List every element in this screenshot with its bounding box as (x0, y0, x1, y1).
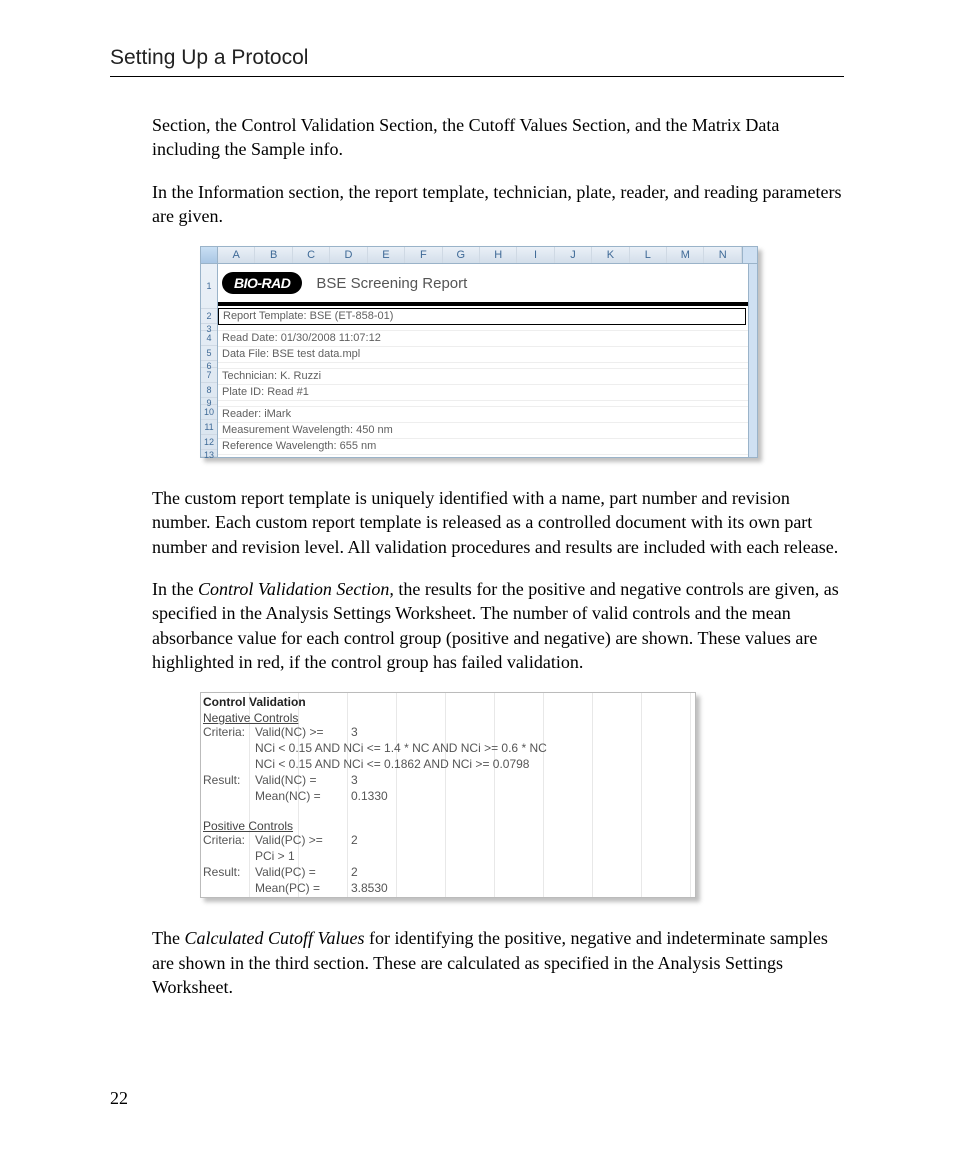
cell-plate-id: Plate ID: Read #1 (218, 385, 748, 401)
figure-spreadsheet: A B C D E F G H I J K L M N 1 2 3 (200, 246, 844, 458)
rownum-10: 10 (201, 405, 217, 420)
biorad-logo: BIO-RAD (222, 272, 302, 294)
rownum-4: 4 (201, 331, 217, 346)
report-title: BSE Screening Report (316, 275, 467, 292)
cv-pos-title: Positive Controls (201, 819, 695, 833)
col-I: I (517, 247, 554, 263)
cv-row: Criteria: Valid(PC) >= 2 (201, 833, 695, 849)
cv-val: 2 (351, 833, 695, 847)
col-B: B (255, 247, 292, 263)
paragraph-3: The custom report template is uniquely i… (152, 486, 844, 559)
cv-val: 3 (351, 773, 695, 787)
cell-technician: Technician: K. Ruzzi (218, 369, 748, 385)
figure-control-validation: Control Validation Negative Controls Cri… (200, 692, 844, 898)
cv-key: Valid(NC) >= (255, 725, 351, 739)
col-N: N (704, 247, 741, 263)
text-italic: Control Validation Section, (198, 579, 394, 599)
cell-reader: Reader: iMark (218, 407, 748, 423)
spreadsheet-column-headers: A B C D E F G H I J K L M N (201, 247, 757, 264)
paragraph-2: In the Information section, the report t… (152, 180, 844, 229)
rownum-13: 13 (201, 450, 217, 457)
cv-heading: Control Validation (201, 693, 695, 711)
cell-report-template: Report Template: BSE (ET-858-01) (218, 308, 746, 325)
cv-val: 2 (351, 865, 695, 879)
cv-key: Mean(NC) = (255, 789, 351, 803)
rownum-11: 11 (201, 420, 217, 435)
rownum-1: 1 (201, 264, 217, 309)
cv-key: Valid(NC) = (255, 773, 351, 787)
text-italic: Calculated Cutoff Values (184, 928, 364, 948)
col-A: A (218, 247, 255, 263)
scrollbar-stub (742, 247, 757, 263)
scrollbar-track (748, 264, 757, 457)
col-J: J (555, 247, 592, 263)
col-K: K (592, 247, 629, 263)
paragraph-4: In the Control Validation Section, the r… (152, 577, 844, 674)
rownum-8: 8 (201, 383, 217, 398)
cv-row: Mean(NC) = 0.1330 (201, 789, 695, 805)
cv-key: Mean(PC) = (255, 881, 351, 895)
cv-neg-title: Negative Controls (201, 711, 695, 725)
rownum-12: 12 (201, 435, 217, 450)
col-D: D (330, 247, 367, 263)
rownum-5: 5 (201, 346, 217, 361)
rownum-2: 2 (201, 309, 217, 324)
col-M: M (667, 247, 704, 263)
rownum-9: 9 (201, 398, 217, 405)
cv-label: Result: (201, 865, 255, 879)
rownum-3: 3 (201, 324, 217, 331)
cell-data-file: Data File: BSE test data.mpl (218, 347, 748, 363)
cv-row: Criteria: Valid(NC) >= 3 (201, 725, 695, 741)
col-F: F (405, 247, 442, 263)
cv-label: Result: (201, 773, 255, 787)
cv-row: Mean(PC) = 3.8530 (201, 881, 695, 897)
cell-meas-wavelength: Measurement Wavelength: 450 nm (218, 423, 748, 439)
rownum-7: 7 (201, 368, 217, 383)
col-G: G (443, 247, 480, 263)
col-E: E (368, 247, 405, 263)
cv-val: 0.1330 (351, 789, 695, 803)
text: In the (152, 579, 198, 599)
cell-ref-wavelength: Reference Wavelength: 655 nm (218, 439, 748, 455)
cv-row: NCi < 0.15 AND NCi <= 0.1862 AND NCi >= … (201, 757, 695, 773)
cv-row: NCi < 0.15 AND NCi <= 1.4 * NC AND NCi >… (201, 741, 695, 757)
report-title-row: BIO-RAD BSE Screening Report (218, 264, 748, 306)
cv-key: Valid(PC) = (255, 865, 351, 879)
cv-row: PCi > 1 (201, 849, 695, 865)
paragraph-1: Section, the Control Validation Section,… (152, 113, 844, 162)
text: The (152, 928, 184, 948)
col-L: L (630, 247, 667, 263)
page-header: Setting Up a Protocol (110, 46, 844, 77)
col-C: C (293, 247, 330, 263)
rownum-6: 6 (201, 361, 217, 368)
cv-val: 3.8530 (351, 881, 695, 895)
cv-val: 3 (351, 725, 695, 739)
cv-formula: NCi < 0.15 AND NCi <= 1.4 * NC AND NCi >… (255, 741, 695, 755)
cv-label: Criteria: (201, 833, 255, 847)
cv-formula: NCi < 0.15 AND NCi <= 0.1862 AND NCi >= … (255, 757, 695, 771)
cv-row: Result: Valid(NC) = 3 (201, 773, 695, 789)
col-H: H (480, 247, 517, 263)
cell-read-date: Read Date: 01/30/2008 11:07:12 (218, 331, 748, 347)
cv-key: Valid(PC) >= (255, 833, 351, 847)
paragraph-5: The Calculated Cutoff Values for identif… (152, 926, 844, 999)
cv-formula: PCi > 1 (255, 849, 351, 863)
page-number: 22 (110, 1088, 128, 1109)
cv-label: Criteria: (201, 725, 255, 739)
cv-row: Result: Valid(PC) = 2 (201, 865, 695, 881)
select-all-corner (201, 247, 218, 263)
row-numbers: 1 2 3 4 5 6 7 8 9 10 11 12 13 (201, 264, 218, 457)
